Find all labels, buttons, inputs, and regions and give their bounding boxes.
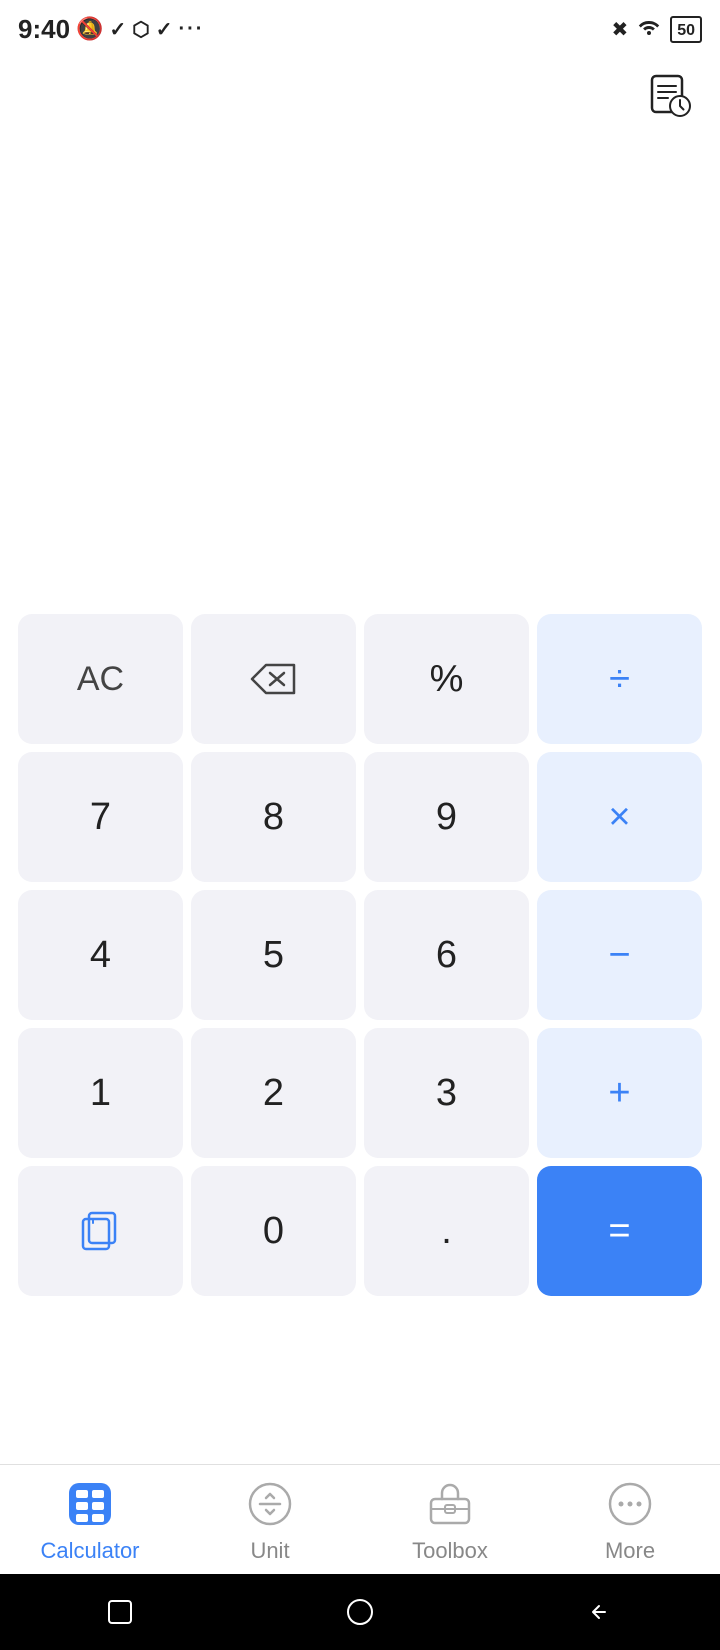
toolbox-icon xyxy=(422,1476,478,1532)
history-button[interactable] xyxy=(644,70,698,129)
plus-button[interactable]: + xyxy=(537,1028,702,1158)
equals-button[interactable]: = xyxy=(537,1166,702,1296)
status-right-icons: ✖ 50 xyxy=(611,16,702,43)
android-square-btn[interactable] xyxy=(105,1597,135,1627)
display-area xyxy=(0,54,720,614)
nine-button[interactable]: 9 xyxy=(364,752,529,882)
paste-button[interactable] xyxy=(18,1166,183,1296)
backspace-button[interactable] xyxy=(191,614,356,744)
nav-more-label: More xyxy=(605,1538,655,1564)
multiply-button[interactable]: × xyxy=(537,752,702,882)
bottom-navigation: Calculator Unit Toolbox xyxy=(0,1464,720,1574)
nav-more[interactable]: More xyxy=(540,1476,720,1564)
divide-button[interactable]: ÷ xyxy=(537,614,702,744)
check-icon2: ✓ xyxy=(156,17,173,42)
three-button[interactable]: 3 xyxy=(364,1028,529,1158)
calculator-grid: AC % ÷ 7 8 9 × 4 5 6 − 1 2 3 + 0 . = xyxy=(0,614,720,1296)
sim-icon: ✖ xyxy=(611,17,628,42)
six-button[interactable]: 6 xyxy=(364,890,529,1020)
shape-icon: ⬡ xyxy=(132,17,149,42)
more-dots-icon xyxy=(602,1476,658,1532)
eight-button[interactable]: 8 xyxy=(191,752,356,882)
dot-button[interactable]: . xyxy=(364,1166,529,1296)
nav-toolbox-label: Toolbox xyxy=(412,1538,488,1564)
four-button[interactable]: 4 xyxy=(18,890,183,1020)
mute-icon: 🔕 xyxy=(76,16,103,42)
time-display: 9:40 xyxy=(18,14,70,45)
android-nav-bar xyxy=(0,1574,720,1650)
status-bar: 9:40 🔕 ✓ ⬡ ✓ ··· ✖ 50 xyxy=(0,0,720,54)
seven-button[interactable]: 7 xyxy=(18,752,183,882)
nav-calculator[interactable]: Calculator xyxy=(0,1476,180,1564)
nav-calculator-label: Calculator xyxy=(40,1538,139,1564)
wifi-icon xyxy=(636,16,662,42)
battery-icon: 50 xyxy=(670,16,702,43)
check-icon1: ✓ xyxy=(109,17,126,42)
nav-unit-label: Unit xyxy=(250,1538,289,1564)
unit-icon xyxy=(242,1476,298,1532)
calculator-icon xyxy=(62,1476,118,1532)
android-home-btn[interactable] xyxy=(345,1597,375,1627)
percent-button[interactable]: % xyxy=(364,614,529,744)
one-button[interactable]: 1 xyxy=(18,1028,183,1158)
zero-button[interactable]: 0 xyxy=(191,1166,356,1296)
android-back-btn[interactable] xyxy=(585,1597,615,1627)
five-button[interactable]: 5 xyxy=(191,890,356,1020)
nav-toolbox[interactable]: Toolbox xyxy=(360,1476,540,1564)
more-icon: ··· xyxy=(178,18,204,41)
two-button[interactable]: 2 xyxy=(191,1028,356,1158)
minus-button[interactable]: − xyxy=(537,890,702,1020)
status-time: 9:40 🔕 ✓ ⬡ ✓ ··· xyxy=(18,14,204,45)
nav-unit[interactable]: Unit xyxy=(180,1476,360,1564)
ac-button[interactable]: AC xyxy=(18,614,183,744)
